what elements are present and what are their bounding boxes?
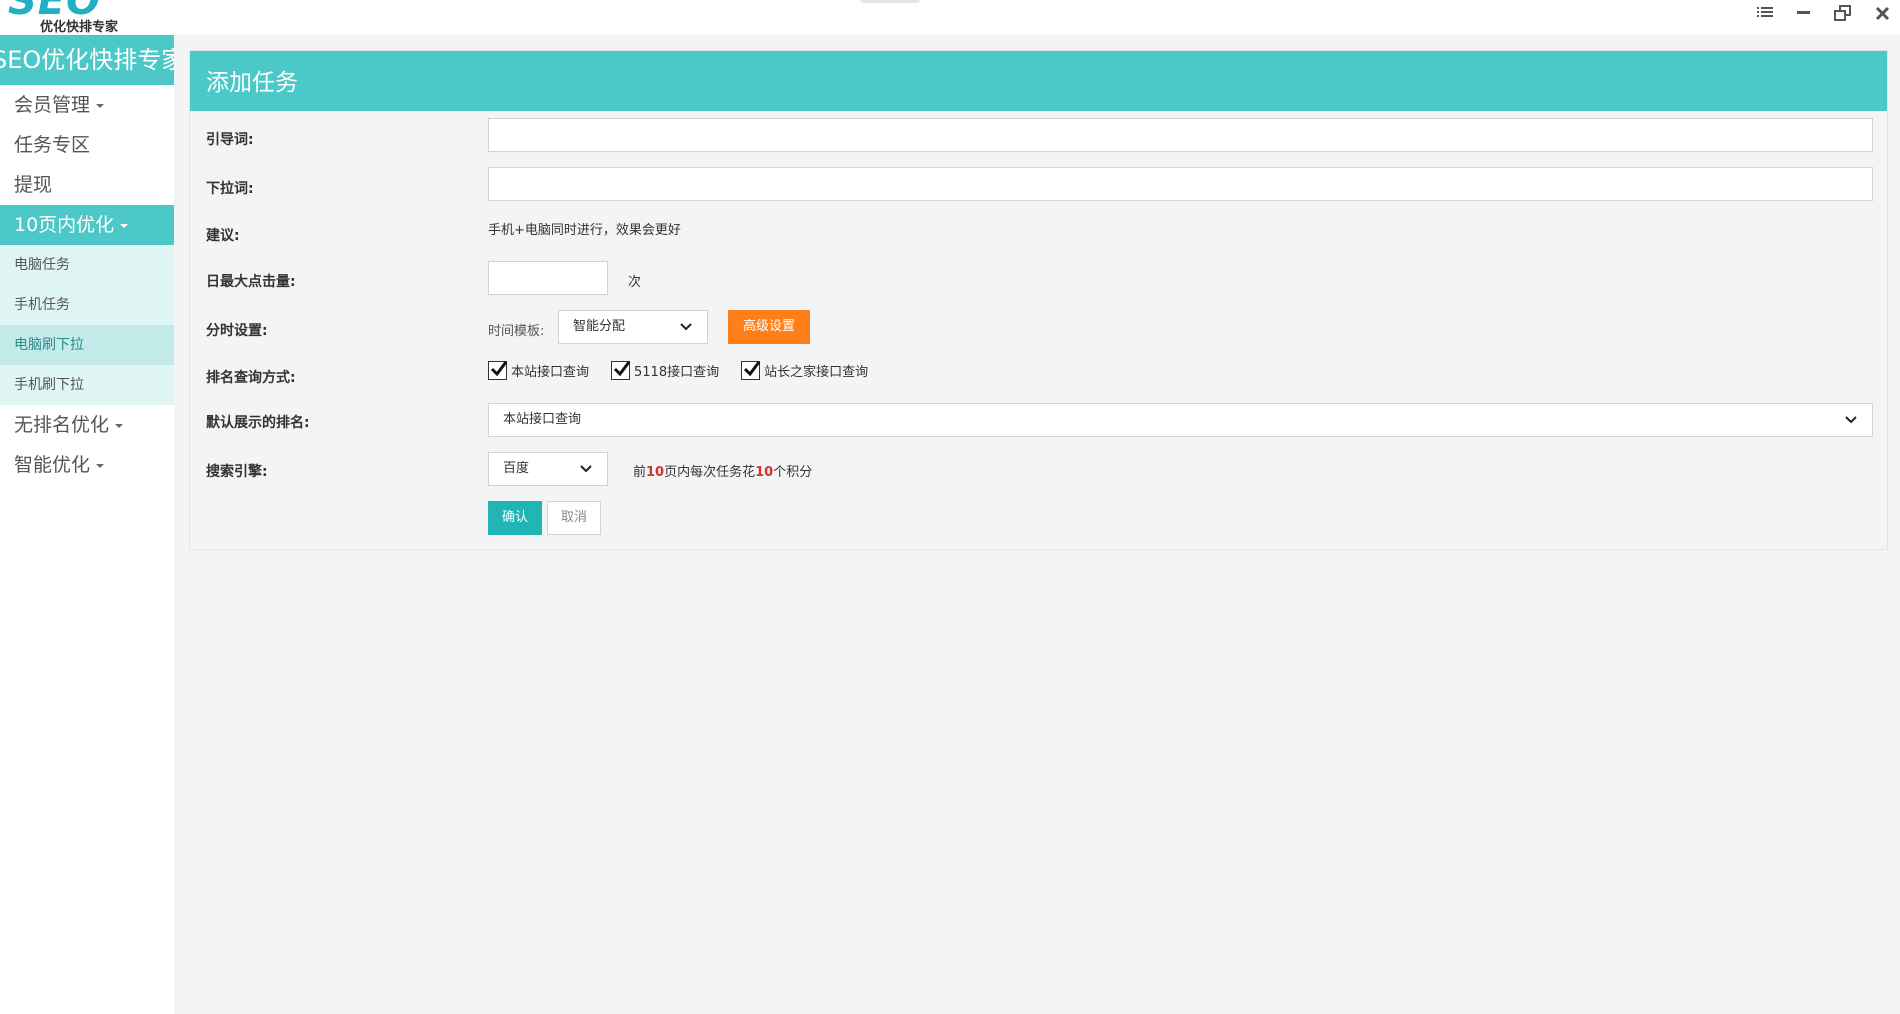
guide-word-label: 引导词: (206, 132, 254, 148)
sidebar-item-no-rank-optimization[interactable]: 无排名优化 (0, 405, 174, 445)
window-titlebar: SEO 优化快排专家 (0, 0, 1900, 35)
note-page-count: 10 (646, 465, 665, 480)
default-rank-label: 默认展示的排名: (206, 415, 310, 431)
checkmark-icon (613, 361, 631, 377)
guide-word-input[interactable] (488, 118, 1873, 152)
caret-down-icon (120, 223, 129, 228)
sidebar-item-label: 无排名优化 (14, 414, 110, 436)
note-text: 页内每次任务花 (664, 465, 756, 480)
note-point-count: 10 (755, 465, 774, 480)
sidebar: SEO优化快排专家 会员管理 任务专区 提现 10页内优化 电脑任务 手机任务 … (0, 35, 174, 1014)
rank-query-local-checkbox[interactable]: 本站接口查询 (488, 361, 589, 380)
search-engine-cost-note: 前10页内每次任务花10个积分 (633, 461, 812, 480)
dropdown-word-input[interactable] (488, 167, 1873, 201)
rank-query-options: 本站接口查询 5118接口查询 站长之家接口查询 (488, 361, 890, 380)
sidebar-subitem-mobile-task[interactable]: 手机任务 (0, 285, 174, 325)
menu-icon (1757, 7, 1773, 17)
daily-clicks-label: 日最大点击量: (206, 274, 296, 290)
daily-clicks-input[interactable] (488, 261, 608, 295)
caret-down-icon (96, 103, 105, 108)
time-template-label: 时间模板: (488, 324, 545, 339)
sidebar-item-task-zone[interactable]: 任务专区 (0, 125, 174, 165)
sidebar-item-smart-optimization[interactable]: 智能优化 (0, 445, 174, 485)
time-template-value: 智能分配 (573, 319, 626, 334)
time-template-select[interactable]: 智能分配 (558, 310, 708, 344)
sidebar-subitem-mobile-dropdown[interactable]: 手机刷下拉 (0, 365, 174, 405)
sidebar-item-member-management[interactable]: 会员管理 (0, 85, 174, 125)
sidebar-item-label: 任务专区 (14, 134, 91, 156)
checkbox[interactable] (741, 361, 761, 380)
checkbox[interactable] (488, 361, 508, 380)
minimize-icon (1797, 11, 1810, 14)
sidebar-item-label: 10页内优化 (14, 214, 115, 236)
rank-query-5118-checkbox[interactable]: 5118接口查询 (611, 361, 719, 380)
search-engine-value: 百度 (503, 461, 530, 476)
note-text: 个积分 (773, 465, 813, 480)
sidebar-item-label: 智能优化 (14, 454, 91, 476)
search-engine-select[interactable]: 百度 (488, 452, 608, 486)
logo-subtitle: 优化快排专家 (40, 20, 119, 35)
close-button[interactable] (1870, 2, 1896, 24)
suggestion-label: 建议: (206, 228, 240, 244)
rank-query-label: 排名查询方式: (206, 370, 296, 386)
panel-title: 添加任务 (190, 51, 1887, 111)
restore-icon (1834, 5, 1851, 21)
sidebar-item-label: 会员管理 (14, 94, 91, 116)
add-task-panel: 添加任务 引导词: 下拉词: 建议: 手机+电脑同时进行，效果会更好 日最大点击… (189, 50, 1888, 550)
chevron-down-icon (1845, 416, 1857, 424)
checkbox-label: 本站接口查询 (511, 365, 590, 380)
note-text: 前 (633, 465, 647, 480)
time-setting-label: 分时设置: (206, 323, 268, 339)
chevron-down-icon (580, 465, 592, 473)
search-engine-label: 搜索引擎: (206, 464, 268, 480)
checkmark-icon (744, 361, 761, 377)
sidebar-subitem-pc-task[interactable]: 电脑任务 (0, 245, 174, 285)
checkbox-label: 5118接口查询 (634, 365, 720, 380)
sidebar-subitem-pc-dropdown[interactable]: 电脑刷下拉 (0, 325, 174, 365)
restore-button[interactable] (1830, 2, 1856, 24)
cancel-button[interactable]: 取消 (547, 501, 601, 535)
caret-down-icon (115, 423, 124, 428)
caret-down-icon (96, 463, 105, 468)
checkbox[interactable] (611, 361, 631, 380)
titlebar-notch (860, 0, 920, 3)
advanced-settings-button[interactable]: 高级设置 (728, 310, 810, 344)
confirm-button[interactable]: 确认 (488, 501, 542, 535)
default-rank-select[interactable]: 本站接口查询 (488, 403, 1873, 437)
suggestion-text: 手机+电脑同时进行，效果会更好 (488, 223, 681, 238)
dropdown-word-label: 下拉词: (206, 181, 254, 197)
chevron-down-icon (680, 323, 692, 331)
sidebar-item-top10-optimization[interactable]: 10页内优化 (0, 205, 174, 245)
app-logo: SEO 优化快排专家 (8, 0, 133, 35)
menu-button[interactable] (1752, 2, 1778, 24)
checkmark-icon (490, 361, 508, 377)
checkbox-label: 站长之家接口查询 (764, 365, 869, 380)
close-icon (1875, 6, 1890, 21)
minimize-button[interactable] (1791, 2, 1817, 24)
sidebar-brand: SEO优化快排专家 (0, 35, 174, 85)
sidebar-item-withdraw[interactable]: 提现 (0, 165, 174, 205)
daily-clicks-unit: 次 (628, 275, 642, 290)
rank-query-chinaz-checkbox[interactable]: 站长之家接口查询 (741, 361, 868, 380)
sidebar-item-label: 提现 (14, 174, 53, 196)
default-rank-value: 本站接口查询 (503, 412, 582, 427)
